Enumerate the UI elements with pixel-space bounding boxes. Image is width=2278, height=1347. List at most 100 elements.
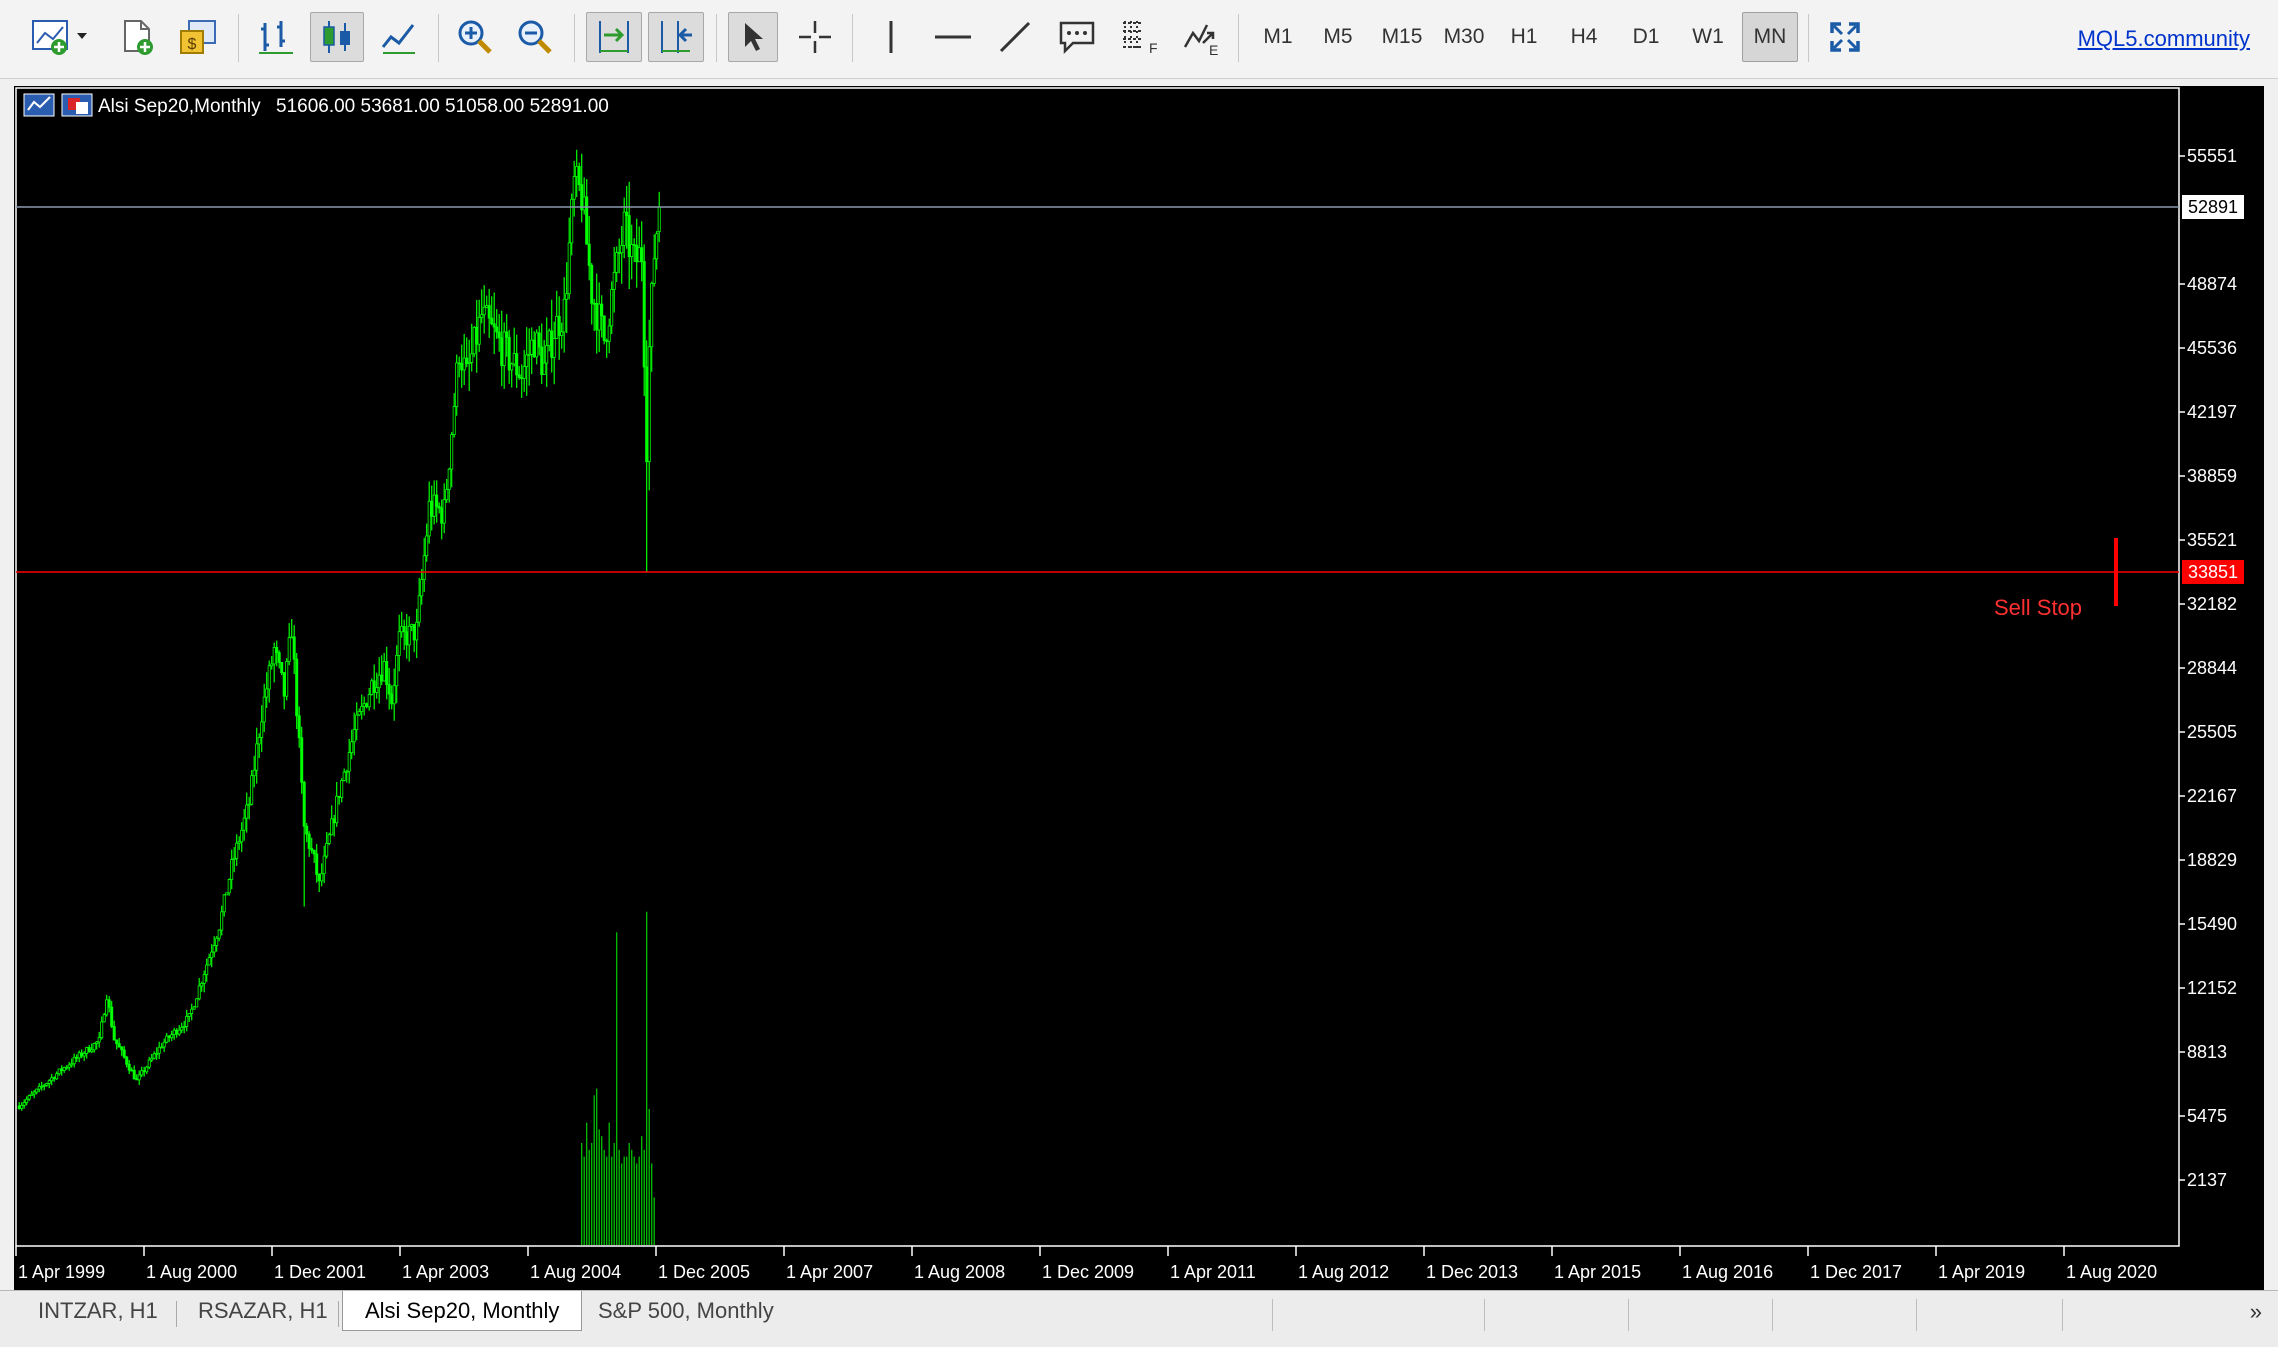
candle-body	[397, 631, 401, 656]
candle-body	[365, 703, 369, 708]
chart-shift-button[interactable]	[648, 12, 704, 62]
candle-body	[162, 1041, 166, 1048]
auto-scroll-button[interactable]	[586, 12, 642, 62]
candle-body	[37, 1085, 41, 1090]
candle-body	[570, 198, 574, 244]
timeframe-m30-button[interactable]: M30	[1432, 12, 1496, 62]
candle-body	[380, 674, 384, 682]
timeframe-mn-button[interactable]: MN	[1742, 12, 1798, 62]
price-tick-label: 5475	[2187, 1106, 2227, 1126]
candle-body	[617, 252, 621, 255]
timeframe-w1-button[interactable]: W1	[1680, 12, 1736, 62]
vertical-line-tool-button[interactable]	[866, 12, 916, 62]
candle-body	[337, 795, 341, 798]
candle-body	[510, 363, 514, 371]
candle-body	[322, 855, 326, 875]
tab-alsi-sep20-monthly[interactable]: Alsi Sep20, Monthly	[342, 1291, 583, 1331]
candle-body	[17, 1105, 21, 1109]
line-chart-button[interactable]	[374, 12, 424, 62]
timeframe-m15-button[interactable]: M15	[1370, 12, 1434, 62]
candle-body	[72, 1056, 76, 1065]
candle-body	[537, 332, 541, 348]
timeframe-m1-button[interactable]: M1	[1250, 12, 1306, 62]
candle-body	[160, 1046, 164, 1049]
candle-body	[185, 1016, 189, 1027]
cursor-icon	[745, 23, 763, 51]
text-label-tool-button[interactable]	[1052, 12, 1102, 62]
candle-body	[405, 631, 409, 646]
new-profile-button[interactable]	[112, 12, 162, 62]
timeframe-d1-button[interactable]: D1	[1618, 12, 1674, 62]
candlestick-chart-button[interactable]	[310, 12, 364, 62]
candle-body	[442, 499, 446, 524]
timeframe-m5-button[interactable]: M5	[1310, 12, 1366, 62]
fullscreen-button[interactable]	[1820, 12, 1870, 62]
price-tick-label: 42197	[2187, 402, 2237, 422]
candle-body	[565, 293, 569, 300]
candle-body	[175, 1029, 179, 1035]
zoom-out-button[interactable]	[510, 12, 560, 62]
candle-body	[257, 737, 261, 745]
candle-body	[105, 999, 109, 1016]
candle-body	[460, 363, 464, 371]
candle-body	[517, 374, 521, 378]
cursor-tool-button[interactable]	[728, 12, 778, 62]
chart-canvas[interactable]: Alsi Sep20,Monthly 51606.00 53681.00 510…	[14, 86, 2264, 1290]
svg-text:E: E	[1209, 42, 1218, 57]
candle-body	[287, 637, 291, 662]
candle-body	[32, 1091, 36, 1095]
comment-icon	[1059, 21, 1095, 55]
time-tick-label: 1 Apr 2007	[786, 1262, 873, 1282]
candle-body	[407, 625, 411, 646]
candle-body	[260, 721, 264, 738]
candle-body	[382, 661, 386, 682]
candle-body	[595, 303, 599, 331]
mql5-community-link[interactable]: MQL5.community	[2078, 26, 2250, 52]
candle-body	[545, 345, 549, 364]
candle-body	[232, 857, 236, 860]
candle-body	[497, 331, 501, 339]
candle-body	[85, 1047, 89, 1054]
candle-body	[585, 196, 589, 245]
candle-body	[295, 658, 299, 717]
market-watch-button[interactable]: $	[174, 12, 224, 62]
horizontal-line-tool-button[interactable]	[928, 12, 978, 62]
window-state-icon[interactable]	[61, 93, 93, 117]
candle-body	[327, 834, 331, 844]
candle-body	[285, 661, 289, 697]
candle-body	[155, 1052, 159, 1055]
fibonacci-tool-button[interactable]: F	[1114, 12, 1164, 62]
candle-body	[590, 265, 594, 304]
candle-body	[432, 494, 436, 517]
chart-window[interactable]: Alsi Sep20,Monthly 51606.00 53681.00 510…	[14, 86, 2264, 1290]
timeframe-h4-button[interactable]: H4	[1556, 12, 1612, 62]
tab-scroll-right-button[interactable]: »	[2250, 1299, 2262, 1325]
candle-body	[240, 829, 244, 843]
elliott-wave-tool-button[interactable]: E	[1176, 12, 1226, 62]
candle-body	[567, 242, 571, 295]
candle-body	[272, 646, 276, 665]
zoom-in-button[interactable]	[450, 12, 500, 62]
price-tick-label: 32182	[2187, 594, 2237, 614]
candle-body	[515, 353, 519, 376]
trend-line-tool-button[interactable]	[990, 12, 1040, 62]
price-tick-label: 18829	[2187, 850, 2237, 870]
chart-ohlc-label: 51606.00 53681.00 51058.00 52891.00	[276, 96, 609, 117]
timeframe-h1-button[interactable]: H1	[1496, 12, 1552, 62]
price-tick-label: 48874	[2187, 274, 2237, 294]
candle-body	[610, 289, 614, 327]
bar-chart-button[interactable]	[250, 12, 300, 62]
crosshair-tool-button[interactable]	[790, 12, 840, 62]
tab-sp500-monthly[interactable]: S&P 500, Monthly	[576, 1291, 796, 1331]
candle-body	[315, 853, 319, 875]
candle-body	[300, 737, 304, 783]
candle-body	[500, 337, 504, 366]
order-price-tag: 33851	[2182, 560, 2244, 585]
new-chart-button[interactable]	[20, 12, 98, 62]
candle-body	[270, 663, 274, 667]
candle-body	[187, 1013, 191, 1017]
candle-body	[487, 305, 491, 319]
tab-intzar-h1[interactable]: INTZAR, H1	[16, 1291, 180, 1331]
tab-rsazar-h1[interactable]: RSAZAR, H1	[176, 1291, 350, 1331]
candle-body	[372, 680, 376, 693]
